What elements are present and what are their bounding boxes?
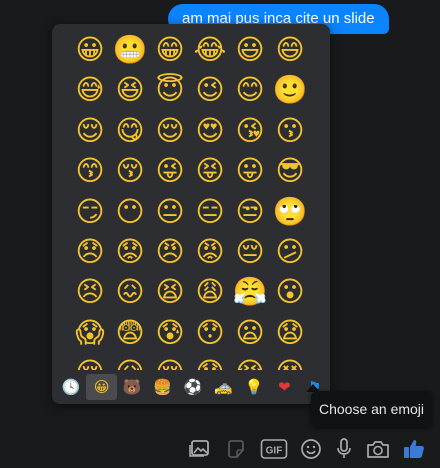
emoji-grid: 😀 😬 😁 😂 😃 😄 😅 😆 😇 😉 😊 🙂 😌 😋 😌 😍 😘 😗 😙 😚 😜 😝 😛 😎 😏 😶 😐 😑 😒 🙄 😞 😟 😠 😡 😔 😕 😣 😖 😫 😩… [52, 30, 330, 394]
bear-icon[interactable]: 🐻 [117, 374, 147, 400]
composer-toolbar: GIF [0, 436, 440, 464]
emoji-16[interactable]: 😘 [230, 111, 270, 151]
emoji-22[interactable]: 😛 [230, 151, 270, 191]
emoji-25[interactable]: 😶 [110, 192, 150, 232]
emoji-18[interactable]: 😙 [70, 151, 110, 191]
clock-icon[interactable]: 🕓 [56, 374, 86, 400]
emoji-20[interactable]: 😜 [150, 151, 190, 191]
emoji-19[interactable]: 😚 [110, 151, 150, 191]
emoji-0[interactable]: 😀 [70, 30, 110, 70]
emoji-26[interactable]: 😐 [150, 192, 190, 232]
emoji-5[interactable]: 😄 [270, 30, 310, 70]
emoji-29[interactable]: 🙄 [270, 192, 310, 232]
emoji-category-tabs: 🕓 😀 🐻 🍔 ⚽ 🚕 💡 ❤ ⚑ [52, 370, 330, 404]
camera-icon[interactable] [365, 436, 391, 462]
emoji-31[interactable]: 😟 [110, 232, 150, 272]
emoji-17[interactable]: 😗 [270, 111, 310, 151]
emoji-33[interactable]: 😡 [190, 232, 230, 272]
emoji-47[interactable]: 😧 [270, 313, 310, 353]
emoji-icon[interactable] [298, 436, 324, 462]
emoji-1[interactable]: 😬 [110, 30, 150, 70]
emoji-45[interactable]: 😯 [190, 313, 230, 353]
emoji-34[interactable]: 😔 [230, 232, 270, 272]
soccer-ball-icon[interactable]: ⚽ [178, 374, 208, 400]
emoji-30[interactable]: 😞 [70, 232, 110, 272]
emoji-grid-scroll[interactable]: 😀 😬 😁 😂 😃 😄 😅 😆 😇 😉 😊 🙂 😌 😋 😌 😍 😘 😗 😙 😚 😜 😝 😛 😎 😏 😶 😐 😑 😒 🙄 😞 😟 😠 😡 😔 😕 😣 😖 😫 😩… [52, 30, 330, 394]
smiley-icon[interactable]: 😀 [86, 374, 117, 400]
emoji-24[interactable]: 😏 [70, 192, 110, 232]
heart-icon[interactable]: ❤ [269, 374, 299, 400]
emoji-32[interactable]: 😠 [150, 232, 190, 272]
thumbs-up-icon[interactable] [401, 436, 427, 462]
sticker-icon[interactable] [223, 436, 249, 462]
emoji-12[interactable]: 😌 [70, 111, 110, 151]
emoji-28[interactable]: 😒 [230, 192, 270, 232]
burger-icon[interactable]: 🍔 [147, 374, 177, 400]
emoji-42[interactable]: 😱 [70, 313, 110, 353]
emoji-21[interactable]: 😝 [190, 151, 230, 191]
emoji-44[interactable]: 😰 [150, 313, 190, 353]
emoji-2[interactable]: 😁 [150, 30, 190, 70]
emoji-37[interactable]: 😖 [110, 272, 150, 312]
gif-label: GIF [266, 446, 283, 457]
emoji-10[interactable]: 😊 [230, 70, 270, 110]
emoji-27[interactable]: 😑 [190, 192, 230, 232]
emoji-43[interactable]: 😨 [110, 313, 150, 353]
emoji-7[interactable]: 😆 [110, 70, 150, 110]
emoji-15[interactable]: 😍 [190, 111, 230, 151]
image-icon[interactable] [187, 436, 213, 462]
emoji-40[interactable]: 😤 [230, 272, 270, 312]
emoji-11[interactable]: 🙂 [270, 70, 310, 110]
emoji-46[interactable]: 😦 [230, 313, 270, 353]
gif-icon[interactable]: GIF [259, 436, 289, 462]
emoji-8[interactable]: 😇 [150, 70, 190, 110]
car-icon[interactable]: 🚕 [208, 374, 238, 400]
emoji-picker: 😀 😬 😁 😂 😃 😄 😅 😆 😇 😉 😊 🙂 😌 😋 😌 😍 😘 😗 😙 😚 😜 😝 😛 😎 😏 😶 😐 😑 😒 🙄 😞 😟 😠 😡 😔 😕 😣 😖 😫 😩… [52, 24, 330, 404]
lightbulb-icon[interactable]: 💡 [239, 374, 269, 400]
emoji-6[interactable]: 😅 [70, 70, 110, 110]
messenger-chat-window: am mai pus inca cite un slide 😀 😬 😁 😂 😃 😄 😅 😆 😇 😉… [0, 0, 440, 468]
microphone-icon[interactable] [331, 436, 357, 462]
emoji-3[interactable]: 😂 [190, 30, 230, 70]
emoji-14[interactable]: 😌 [150, 111, 190, 151]
emoji-35[interactable]: 😕 [270, 232, 310, 272]
emoji-39[interactable]: 😩 [190, 272, 230, 312]
emoji-9[interactable]: 😉 [190, 70, 230, 110]
emoji-41[interactable]: 😮 [270, 272, 310, 312]
emoji-23[interactable]: 😎 [270, 151, 310, 191]
emoji-4[interactable]: 😃 [230, 30, 270, 70]
emoji-36[interactable]: 😣 [70, 272, 110, 312]
emoji-13[interactable]: 😋 [110, 111, 150, 151]
choose-emoji-tooltip: Choose an emoji [311, 391, 432, 427]
emoji-38[interactable]: 😫 [150, 272, 190, 312]
